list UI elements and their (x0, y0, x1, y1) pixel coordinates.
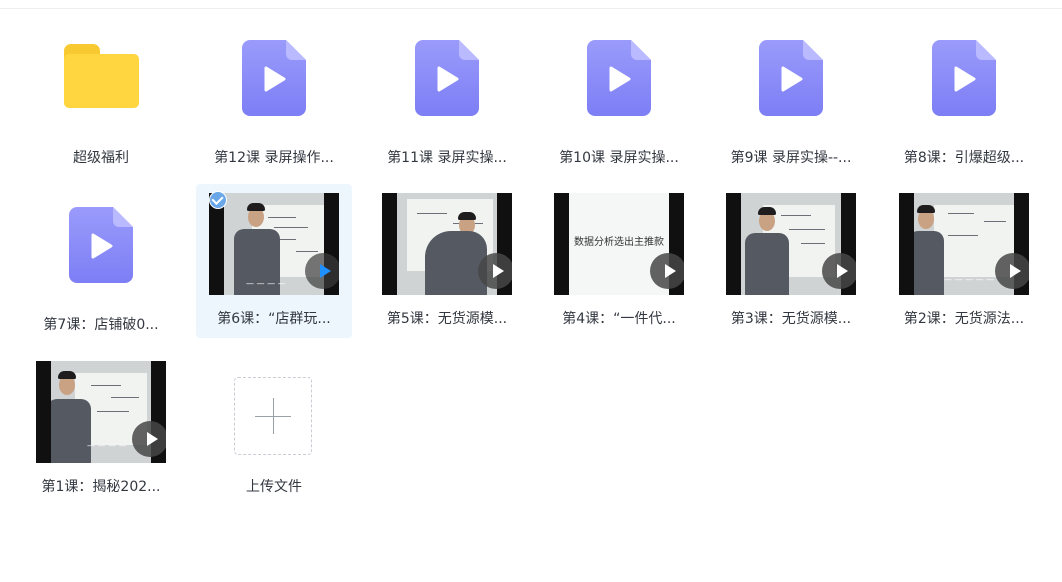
video-thumbnail (382, 193, 512, 295)
upload-file-item[interactable]: 上传文件 (196, 352, 352, 506)
file-item-video[interactable]: 第10课 录屏实操... (541, 23, 697, 177)
file-label: 第9课 录屏实操--... (730, 150, 852, 166)
upload-button[interactable] (234, 377, 312, 455)
file-item-video[interactable]: 第9课 录屏实操--... (713, 23, 869, 177)
file-item-video[interactable]: 第3课：无货源模... (713, 184, 869, 338)
file-item-video[interactable]: 第8课：引爆超级... (886, 23, 1042, 177)
file-label: 第5课：无货源模... (386, 311, 508, 327)
video-file-icon (587, 40, 651, 116)
file-label: 第10课 录屏实操... (559, 150, 679, 166)
video-thumbnail: 数据分析选出主推款 (554, 193, 684, 295)
video-thumbnail (726, 193, 856, 295)
play-icon (650, 253, 684, 289)
file-label: 第2课：无货源法... (903, 311, 1025, 327)
play-icon (478, 253, 512, 289)
play-icon (132, 421, 166, 457)
top-divider (0, 8, 1062, 9)
file-label: 第4课：“一件代... (562, 311, 676, 327)
file-label: 第6课：“店群玩... (217, 311, 331, 327)
file-item-video[interactable]: 数据分析选出主推款 第4课：“一件代... (541, 184, 697, 338)
video-file-icon (242, 40, 306, 116)
thumbnail-text: 数据分析选出主推款 (574, 237, 664, 248)
video-thumbnail: — — — — (36, 361, 166, 463)
file-label: 超级福利 (73, 150, 129, 166)
video-file-icon (415, 40, 479, 116)
upload-label: 上传文件 (246, 479, 302, 495)
file-item-folder[interactable]: 超级福利 (23, 23, 179, 177)
file-label: 第7课：店铺破0... (43, 317, 159, 333)
file-item-video[interactable]: 第11课 录屏实操... (369, 23, 525, 177)
file-item-video[interactable]: 第12课 录屏操作... (196, 23, 352, 177)
folder-icon (64, 44, 139, 108)
selected-check-icon[interactable] (209, 191, 227, 209)
file-label: 第1课：揭秘202... (41, 479, 161, 495)
file-item-video[interactable]: 第7课：店铺破0... (23, 190, 179, 344)
file-item-video[interactable]: — — — — — 第2课：无货源法... (886, 184, 1042, 338)
file-label: 第11课 录屏实操... (387, 150, 507, 166)
video-file-icon (69, 207, 133, 283)
video-file-icon (932, 40, 996, 116)
file-label: 第12课 录屏操作... (214, 150, 334, 166)
file-item-video[interactable]: 第5课：无货源模... (369, 184, 525, 338)
file-label: 第3课：无货源模... (730, 311, 852, 327)
play-icon (305, 253, 339, 289)
file-label: 第8课：引爆超级... (903, 150, 1025, 166)
play-icon (995, 253, 1029, 289)
file-item-video[interactable]: — — — — 第1课：揭秘202... (23, 352, 179, 506)
play-icon (822, 253, 856, 289)
video-thumbnail: — — — — — (899, 193, 1029, 295)
file-item-video-selected[interactable]: — — — — 第6课：“店群玩... (196, 184, 352, 338)
video-file-icon (759, 40, 823, 116)
video-thumbnail: — — — — (209, 193, 339, 295)
